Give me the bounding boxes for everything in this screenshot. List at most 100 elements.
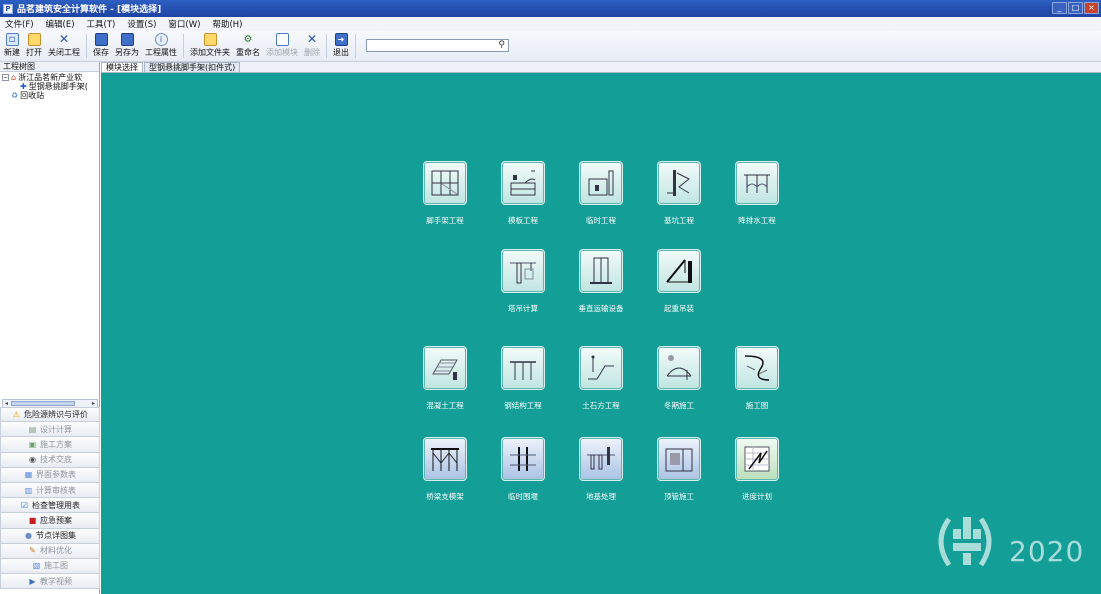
module-label: 钢结构工程	[504, 401, 542, 410]
accordion-inspection-forms[interactable]: ☑ 检查管理用表	[0, 498, 100, 514]
module-cofferdam[interactable]: 临时围堰	[493, 437, 553, 502]
close-project-button[interactable]: ✕ 关闭工程	[48, 31, 80, 58]
accordion-hazard-identification[interactable]: ⚠ 危险源辨识与评价	[0, 407, 100, 423]
module-vertical-transport[interactable]: 垂直运输设备	[571, 249, 631, 314]
tab-cantilever-scaffold[interactable]: 型钢悬挑脚手架(扣件式)	[144, 62, 241, 72]
module-ground-treatment[interactable]: 地基处理	[571, 437, 631, 502]
module-pipe-jacking[interactable]: 顶管施工	[649, 437, 709, 502]
briefing-icon: ◉	[29, 455, 36, 465]
toolbar-separator	[86, 34, 87, 58]
accordion-design-calculation[interactable]: ▤ 设计计算	[0, 422, 100, 438]
steel-structure-icon	[501, 346, 545, 390]
module-workspace: 脚手架工程 模板工程 临时工程 基坑工程 降排水工程 塔吊计算 垂直运输设备 起…	[101, 73, 1101, 594]
menu-edit[interactable]: 编辑(E)	[45, 18, 76, 30]
vertical-transport-icon	[579, 249, 623, 293]
tab-module-select[interactable]: 模块选择	[101, 62, 143, 72]
module-formwork[interactable]: 模板工程	[493, 161, 553, 226]
tree-child-label: 型钢悬挑脚手架(	[28, 82, 88, 91]
new-button[interactable]: ▫ 新建	[4, 31, 20, 58]
scroll-right-icon[interactable]: ▸	[90, 400, 97, 407]
lifting-icon	[657, 249, 701, 293]
menu-settings[interactable]: 设置(S)	[126, 18, 157, 30]
schedule-icon	[735, 437, 779, 481]
module-label: 塔吊计算	[508, 304, 538, 313]
module-label: 进度计划	[742, 492, 772, 501]
menu-tools[interactable]: 工具(T)	[86, 18, 117, 30]
tree-recycle-node[interactable]: ♻ 回收站	[2, 91, 97, 100]
module-bridge-formwork[interactable]: 桥梁支模架	[415, 437, 475, 502]
dewatering-icon	[735, 161, 779, 205]
table-icon: ▦	[24, 470, 33, 480]
module-label: 混凝土工程	[426, 401, 464, 410]
construction-drawing-icon	[735, 346, 779, 390]
menu-file[interactable]: 文件(F)	[4, 18, 35, 30]
accordion-material-optimization[interactable]: ✎ 材料优化	[0, 543, 100, 559]
delete-icon: ✕	[306, 32, 318, 46]
tree-child-node[interactable]: ✚ 型钢悬挑脚手架(	[2, 82, 97, 91]
accordion-node-details[interactable]: ● 节点详图集	[0, 528, 100, 544]
close-window-button[interactable]: ×	[1084, 2, 1099, 14]
accordion-construction-plan[interactable]: ▣ 施工方案	[0, 437, 100, 453]
search-box: ⚲	[366, 39, 509, 52]
minimize-button[interactable]: _	[1052, 2, 1067, 14]
accordion-drawing[interactable]: ▧ 施工图	[0, 558, 100, 575]
save-button[interactable]: 保存	[93, 31, 109, 58]
add-module-button[interactable]: 添加模块	[266, 31, 298, 58]
accordion-label: 检查管理用表	[32, 500, 80, 510]
info-icon: i	[154, 33, 168, 46]
scroll-left-icon[interactable]: ◂	[3, 400, 10, 407]
tower-crane-icon	[501, 249, 545, 293]
detail-icon: ●	[25, 531, 32, 541]
accordion-tutorial-video[interactable]: ▶ 教学视频	[0, 574, 100, 590]
module-label: 冬期施工	[664, 401, 694, 410]
search-input[interactable]	[367, 40, 493, 51]
search-icon[interactable]: ⚲	[498, 40, 505, 50]
tree-root-node[interactable]: − ⌂ 浙江品茗新产业软	[2, 73, 97, 82]
delete-button[interactable]: ✕ 删除	[304, 31, 320, 58]
open-button[interactable]: 打开	[26, 31, 42, 58]
toolbar-separator	[355, 34, 356, 58]
module-foundation-pit[interactable]: 基坑工程	[649, 161, 709, 226]
open-folder-icon	[27, 33, 41, 46]
add-folder-button[interactable]: 添加文件夹	[190, 31, 230, 58]
rename-icon: ⚙	[243, 34, 253, 45]
module-label: 临时工程	[586, 216, 616, 225]
warning-icon: ⚠	[12, 410, 21, 420]
menu-window[interactable]: 窗口(W)	[167, 18, 201, 30]
scrollbar-thumb[interactable]	[11, 401, 75, 406]
module-construction-drawing[interactable]: 施工图	[727, 346, 787, 411]
module-earthwork[interactable]: 土石方工程	[571, 346, 631, 411]
module-scaffold[interactable]: 脚手架工程	[415, 161, 475, 226]
module-steel-structure[interactable]: 钢结构工程	[493, 346, 553, 411]
project-properties-button[interactable]: i 工程属性	[145, 31, 177, 58]
module-label: 基坑工程	[664, 216, 694, 225]
new-file-icon: ▫	[5, 33, 19, 46]
audit-icon: ▥	[24, 485, 33, 495]
save-as-button[interactable]: 另存为	[115, 31, 139, 58]
module-dewatering[interactable]: 降排水工程	[727, 161, 787, 226]
scaffold-icon	[423, 161, 467, 205]
accordion-emergency-plan[interactable]: ■ 应急预案	[0, 513, 100, 529]
rename-button[interactable]: ⚙ 重命名	[236, 31, 260, 58]
bridge-formwork-icon	[423, 437, 467, 481]
module-winter-construction[interactable]: 冬期施工	[649, 346, 709, 411]
plus-icon: ✚	[20, 82, 27, 91]
module-label: 模板工程	[508, 216, 538, 225]
module-label: 地基处理	[586, 492, 616, 501]
close-project-label: 关闭工程	[48, 48, 80, 57]
module-lifting[interactable]: 起重吊装	[649, 249, 709, 314]
menu-help[interactable]: 帮助(H)	[211, 18, 243, 30]
module-temporary-works[interactable]: 临时工程	[571, 161, 631, 226]
maximize-button[interactable]: □	[1068, 2, 1083, 14]
tree-recycle-label: 回收站	[20, 91, 45, 100]
module-schedule[interactable]: 进度计划	[727, 437, 787, 502]
accordion-label: 教学视频	[40, 576, 72, 586]
module-tower-crane[interactable]: 塔吊计算	[493, 249, 553, 314]
earthwork-icon	[579, 346, 623, 390]
exit-button[interactable]: ➜ 退出	[333, 31, 349, 58]
accordion-parameter-table[interactable]: ▦ 界面参数表	[0, 467, 100, 483]
accordion-technical-briefing[interactable]: ◉ 技术交底	[0, 452, 100, 468]
accordion-audit-table[interactable]: ▥ 计算审核表	[0, 482, 100, 499]
collapse-toggle-icon[interactable]: −	[2, 74, 9, 81]
module-concrete[interactable]: 混凝土工程	[415, 346, 475, 411]
